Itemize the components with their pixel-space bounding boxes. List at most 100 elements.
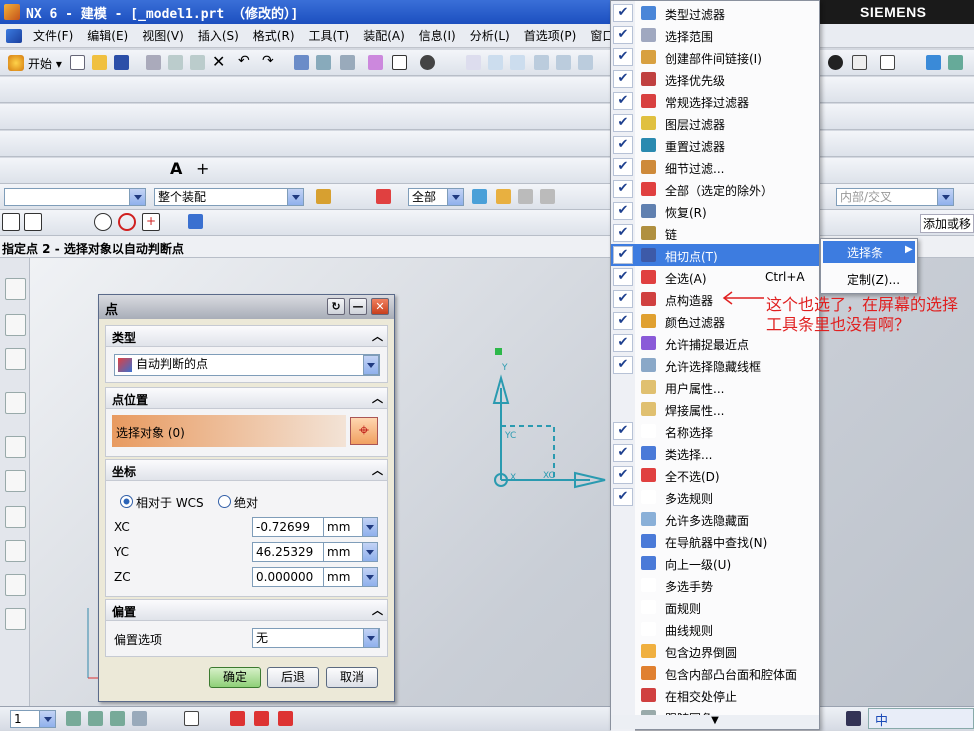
control-point-icon[interactable] [254, 711, 269, 726]
cancel-button[interactable]: 取消 [326, 667, 378, 688]
scroll-down-arrow-icon[interactable]: ▼ [611, 715, 819, 729]
point-location-section-header[interactable]: 点位置 ︿ [105, 387, 388, 409]
undo-icon[interactable]: ↶ [238, 53, 250, 69]
shaded-icon[interactable] [828, 55, 843, 70]
context-menu-item[interactable]: ✔ 名称选择 [611, 420, 819, 442]
context-menu-item[interactable]: ✔ 创建部件间链接(I) [611, 46, 819, 68]
selection-scope-combo[interactable]: 整个装配 [154, 188, 304, 206]
rotate-icon[interactable] [556, 55, 571, 70]
absolute-radio[interactable] [218, 495, 231, 508]
context-menu-item[interactable]: ✔ 常规选择过滤器 [611, 90, 819, 112]
offset-option-select[interactable]: 无 [252, 628, 380, 648]
context-menu-item[interactable]: 用户属性... [611, 376, 819, 398]
menu-file[interactable]: 文件(F) [26, 27, 80, 44]
context-menu-item[interactable]: 多选手势 [611, 574, 819, 596]
datum-icon[interactable] [132, 711, 147, 726]
menu-insert[interactable]: 插入(S) [191, 27, 246, 44]
context-menu-item[interactable]: ✔ 全部（选定的除外） [611, 178, 819, 200]
info-icon[interactable] [392, 55, 407, 70]
zoom-icon[interactable] [510, 55, 525, 70]
context-menu-item[interactable]: 曲线规则 [611, 618, 819, 640]
redo-icon[interactable]: ↷ [262, 53, 274, 69]
context-menu-item[interactable]: ✔ 允许捕捉最近点 [611, 332, 819, 354]
reset-icon[interactable]: ↻ [327, 298, 345, 315]
ok-button[interactable]: 确定 [209, 667, 261, 688]
context-menu-item[interactable]: ✔ 全选(A) Ctrl+A [611, 266, 819, 288]
reset-filter-icon[interactable] [518, 189, 533, 204]
plane-icon[interactable] [110, 711, 125, 726]
component-scope-combo[interactable]: 全部 [408, 188, 464, 206]
menu-view[interactable]: 视图(V) [135, 27, 191, 44]
context-menu-item[interactable]: 在导航器中查找(N) [611, 530, 819, 552]
zc-input[interactable]: 0.000000 [252, 567, 324, 587]
point-type-select[interactable]: 自动判断的点 [114, 354, 380, 376]
offset-section-header[interactable]: 偏置 ︿ [105, 599, 388, 621]
mid-point-snap-icon[interactable] [24, 213, 42, 231]
context-menu-item[interactable]: 包含边界倒圆 [611, 640, 819, 662]
context-menu-item[interactable]: 允许多选隐藏面 [611, 508, 819, 530]
intersection-icon[interactable] [278, 711, 293, 726]
select-icon[interactable] [340, 55, 355, 70]
delete-icon[interactable]: ✕ [212, 52, 225, 71]
intersection-snap-icon[interactable]: + [142, 213, 160, 231]
edit-object-icon[interactable] [294, 55, 309, 70]
vdm-icon[interactable] [846, 711, 861, 726]
layer-combo[interactable]: 1 [10, 710, 56, 728]
add-or-remove-buttons[interactable]: 添加或移 [920, 214, 974, 233]
visualization-icon[interactable] [5, 506, 26, 528]
tangent-snap-icon[interactable] [118, 213, 136, 231]
context-menu-item[interactable]: ✔ 重置过滤器 [611, 134, 819, 156]
menu-preferences[interactable]: 首选项(P) [517, 27, 584, 44]
edit-section-icon[interactable] [66, 711, 81, 726]
context-menu-item[interactable]: ✔ 类选择... [611, 442, 819, 464]
context-menu-item[interactable]: ✔ 选择优先级 [611, 68, 819, 90]
context-menu-item[interactable]: ✔ 选择范围 [611, 24, 819, 46]
snap-point-icon[interactable] [376, 189, 391, 204]
context-menu-item[interactable]: 焊接属性... [611, 398, 819, 420]
menu-assembly[interactable]: 装配(A) [356, 27, 412, 44]
background-icon[interactable] [852, 55, 867, 70]
yc-menu-button[interactable] [362, 542, 378, 562]
context-menu-item[interactable]: ✔ 链 [611, 222, 819, 244]
collapse-icon[interactable]: — [349, 298, 367, 315]
history-icon[interactable] [5, 436, 26, 458]
menu-tools[interactable]: 工具(T) [302, 27, 357, 44]
submenu-selection-bar[interactable]: 选择条 [823, 241, 915, 263]
wcs-icon[interactable] [926, 55, 941, 70]
point-tool-icon[interactable]: + [196, 159, 209, 178]
color-icon[interactable] [880, 55, 895, 70]
menu-format[interactable]: 格式(R) [246, 27, 302, 44]
ime-bar[interactable]: 中 [868, 708, 974, 729]
xc-input[interactable]: -0.72699 [252, 517, 324, 537]
context-menu-item[interactable]: ✔ 全不选(D) [611, 464, 819, 486]
hide-icon[interactable] [368, 55, 383, 70]
assembly-navigator-icon[interactable] [5, 278, 26, 300]
text-tool-icon[interactable]: A [170, 159, 182, 178]
end-point-icon[interactable] [230, 711, 245, 726]
zc-menu-button[interactable] [362, 567, 378, 587]
new-file-icon[interactable] [70, 55, 85, 70]
open-folder-icon[interactable] [92, 55, 107, 70]
point-dialog-crosshair-icon[interactable]: ⌖ [350, 417, 378, 445]
context-menu-item[interactable]: ✔ 相切点(T) [611, 244, 819, 266]
context-menu-item[interactable]: ✔ 细节过滤... [611, 156, 819, 178]
copy-icon[interactable] [168, 55, 183, 70]
end-point-snap-icon[interactable] [2, 213, 20, 231]
general-filter-icon[interactable] [472, 189, 487, 204]
cut-icon[interactable] [146, 55, 161, 70]
roles-icon[interactable] [5, 574, 26, 596]
yc-input[interactable]: 46.25329 [252, 542, 324, 562]
point-icon[interactable] [88, 711, 103, 726]
start-icon[interactable] [8, 55, 24, 71]
detail-filter-icon[interactable] [540, 189, 555, 204]
start-button[interactable]: 开始 ▾ [28, 55, 62, 72]
menu-analysis[interactable]: 分析(L) [463, 27, 517, 44]
process-studio-icon[interactable] [5, 540, 26, 562]
save-icon[interactable] [114, 55, 129, 70]
back-button[interactable]: 后退 [267, 667, 319, 688]
intersect-combo[interactable]: 内部/交叉 [836, 188, 954, 206]
type-section-header[interactable]: 类型 ︿ [105, 325, 388, 347]
coordinates-section-header[interactable]: 坐标 ︿ [105, 459, 388, 481]
close-icon[interactable]: ✕ [371, 298, 389, 315]
assembly-filter-icon[interactable] [316, 189, 331, 204]
